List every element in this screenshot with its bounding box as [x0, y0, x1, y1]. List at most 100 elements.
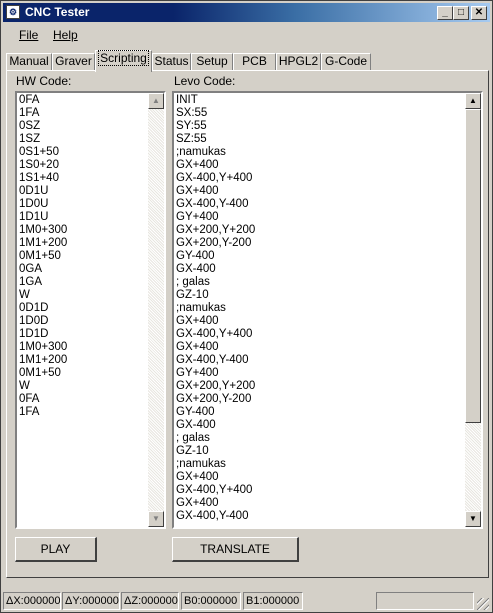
window-title: CNC Tester [25, 5, 90, 19]
play-button[interactable]: PLAY [15, 537, 97, 562]
tab-graver[interactable]: Graver [52, 53, 95, 71]
status-b0: B0:000000 [181, 592, 241, 610]
minimize-icon[interactable]: _ [437, 6, 453, 20]
code-line: ; galas [176, 276, 210, 288]
menu-file[interactable]: File [19, 28, 38, 42]
code-line: 0FA [19, 94, 40, 106]
menu-file-label: File [19, 28, 39, 42]
code-line: SZ:55 [176, 133, 207, 145]
scroll-up-icon[interactable]: ▲ [465, 93, 481, 109]
title-bar[interactable]: ⚙ CNC Tester _ □ ✕ [3, 3, 490, 22]
scroll-thumb[interactable] [465, 109, 481, 423]
code-line: GX-400,Y-400 [176, 354, 249, 366]
code-line: ; galas [176, 432, 210, 444]
code-line: GX+400 [176, 185, 219, 197]
cnc-app-icon[interactable]: ⚙ [6, 5, 20, 19]
code-line: 1FA [19, 406, 40, 418]
levo-code-lines: INIT SX:55 SY:55 SZ:55 ;namukas GX+400 GX-400,… [176, 94, 255, 523]
status-dx: ΔX:000000 [3, 592, 61, 610]
tab-setup[interactable]: Setup [191, 53, 233, 71]
code-line: SY:55 [176, 120, 207, 132]
code-line: ;namukas [176, 302, 226, 314]
levo-code-textarea[interactable]: INIT SX:55 SY:55 SZ:55 ;namukas GX+400 GX-400,… [172, 91, 483, 529]
code-line: 1GA [19, 276, 43, 288]
status-extra [376, 592, 474, 610]
status-dz: ΔZ:000000 [121, 592, 179, 610]
status-b1: B1:000000 [243, 592, 303, 610]
code-line: 1S1+40 [19, 172, 59, 184]
status-bar: ΔX:000000 ΔY:000000 ΔZ:000000 B0:000000 … [3, 591, 490, 611]
menu-help[interactable]: Help [53, 28, 78, 42]
code-line: GX+200,Y-200 [176, 393, 252, 405]
scroll-up-icon[interactable]: ▲ [148, 93, 164, 109]
scroll-down-icon[interactable]: ▼ [148, 511, 164, 527]
code-line: 1M0+300 [19, 224, 68, 236]
status-dy: ΔY:000000 [62, 592, 120, 610]
code-line: 0S1+50 [19, 146, 59, 158]
scroll-down-icon[interactable]: ▼ [465, 511, 481, 527]
tab-manual[interactable]: Manual [6, 53, 52, 71]
code-line: GX-400 [176, 419, 216, 431]
code-line: 1S0+20 [19, 159, 59, 171]
hw-scrollbar[interactable]: ▲ ▼ [148, 93, 164, 527]
code-line: GX-400,Y+400 [176, 328, 253, 340]
code-line: GY+400 [176, 211, 219, 223]
code-line: 1D1U [19, 211, 49, 223]
tab-label: Setup [196, 54, 228, 68]
close-icon[interactable]: ✕ [471, 6, 487, 20]
code-line: 1D0U [19, 198, 49, 210]
code-line: 1SZ [19, 133, 41, 145]
code-line: GX+400 [176, 497, 219, 509]
code-line: 1D0D [19, 315, 49, 327]
code-line: 1M0+300 [19, 341, 68, 353]
code-line: GX+400 [176, 315, 219, 327]
play-button-label: PLAY [40, 542, 71, 556]
code-line: 1FA [19, 107, 40, 119]
code-line: GX+400 [176, 471, 219, 483]
code-line: 0GA [19, 263, 43, 275]
tab-gcode[interactable]: G-Code [321, 53, 371, 71]
tab-scripting[interactable]: Scripting [95, 50, 152, 72]
maximize-icon[interactable]: □ [453, 6, 469, 20]
levo-code-label: Levo Code: [174, 74, 236, 88]
code-line: 1M1+200 [19, 237, 68, 249]
code-line: 0M1+50 [19, 367, 61, 379]
tab-pcb[interactable]: PCB [233, 53, 276, 71]
code-line: SX:55 [176, 107, 208, 119]
code-line: GZ-10 [176, 445, 209, 457]
tab-label: Status [154, 54, 189, 68]
code-line: GX-400,Y+400 [176, 484, 253, 496]
code-line: ;namukas [176, 458, 226, 470]
levo-scrollbar[interactable]: ▲ ▼ [465, 93, 481, 527]
tab-label: Manual [9, 54, 49, 68]
code-line: 1M1+200 [19, 354, 68, 366]
tab-status[interactable]: Status [152, 53, 191, 71]
code-line: W [19, 289, 30, 301]
tab-label: Graver [55, 54, 92, 68]
tab-label: Scripting [98, 50, 149, 66]
code-line: 0D1U [19, 185, 49, 197]
hw-code-textarea[interactable]: 0FA 1FA 0SZ 1SZ 0S1+50 1S0+20 1S1+40 0D1U 1D0U 1D… [15, 91, 166, 529]
code-line: GZ-10 [176, 289, 209, 301]
tab-label: HPGL2 [278, 54, 319, 68]
code-line: GX+200,Y+200 [176, 224, 256, 236]
resize-grip-icon[interactable] [477, 598, 489, 610]
code-line: GX-400 [176, 263, 216, 275]
code-line: GX+200,Y+200 [176, 380, 256, 392]
code-line: GX-400,Y+400 [176, 172, 253, 184]
hw-code-label: HW Code: [16, 74, 72, 88]
tab-label: G-Code [324, 54, 368, 68]
code-line: GX-400,Y-400 [176, 198, 249, 210]
code-line: GY+400 [176, 367, 219, 379]
hw-code-lines: 0FA 1FA 0SZ 1SZ 0S1+50 1S0+20 1S1+40 0D1U 1D0U 1D… [19, 94, 67, 419]
menu-help-label: Help [53, 28, 78, 42]
translate-button[interactable]: TRANSLATE [172, 537, 299, 562]
main-window: ⚙ CNC Tester _ □ ✕ File Help Manual Grav… [0, 0, 493, 613]
code-line: 0FA [19, 393, 40, 405]
code-line: 0M1+50 [19, 250, 61, 262]
tab-hpgl2[interactable]: HPGL2 [276, 53, 321, 71]
tab-label: PCB [242, 54, 267, 68]
code-line: GX+400 [176, 341, 219, 353]
code-line: INIT [176, 94, 198, 106]
code-line: ;namukas [176, 146, 226, 158]
